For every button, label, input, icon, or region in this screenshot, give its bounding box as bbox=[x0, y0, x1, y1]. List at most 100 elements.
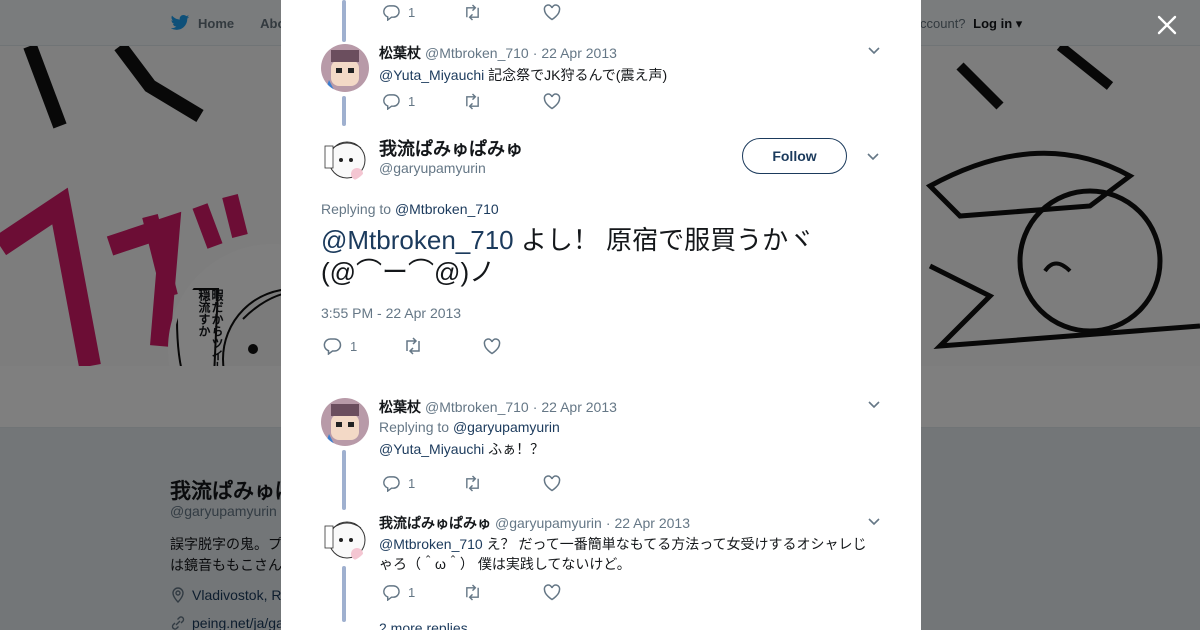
like-action[interactable] bbox=[543, 584, 623, 601]
reply-count: 1 bbox=[350, 338, 358, 354]
thread-connector bbox=[342, 450, 346, 510]
retweet-action[interactable] bbox=[463, 93, 543, 110]
tweet-header: 松葉杖 @Mtbroken_710 · 22 Apr 2013 bbox=[379, 44, 881, 62]
tweet-actions: 1 bbox=[383, 4, 623, 21]
chevron-down-icon[interactable] bbox=[866, 150, 880, 164]
replying-prefix: Replying to bbox=[321, 201, 395, 217]
reply-count: 1 bbox=[408, 585, 416, 600]
tweet-actions: 1 bbox=[383, 475, 623, 492]
heart-icon bbox=[543, 475, 561, 492]
author-name[interactable]: 松葉杖 bbox=[379, 44, 421, 62]
reply-count: 1 bbox=[408, 5, 416, 20]
avatar-image bbox=[321, 398, 369, 446]
separator-dot: · bbox=[532, 399, 538, 415]
author-name[interactable]: 我流ぱみゅぱみゅ bbox=[379, 514, 491, 532]
reply-action[interactable]: 1 bbox=[383, 475, 463, 492]
retweet-icon bbox=[466, 93, 479, 110]
retweet-action[interactable] bbox=[463, 584, 543, 601]
retweet-icon bbox=[466, 475, 479, 492]
tweet-date[interactable]: 22 Apr 2013 bbox=[614, 514, 690, 532]
author-name[interactable]: 松葉杖 bbox=[379, 398, 421, 416]
close-icon bbox=[1157, 15, 1177, 35]
replying-to-link[interactable]: @Mtbroken_710 bbox=[395, 201, 499, 217]
reply-action[interactable]: 1 bbox=[323, 337, 403, 355]
thread-tweet[interactable]: 松葉杖 @Mtbroken_710 · 22 Apr 2013 @Yuta_Mi… bbox=[321, 44, 881, 124]
close-button[interactable] bbox=[1154, 12, 1180, 38]
tweet-timestamp[interactable]: 3:55 PM - 22 Apr 2013 bbox=[321, 305, 461, 321]
reply-icon bbox=[383, 585, 400, 601]
retweet-icon bbox=[406, 337, 420, 355]
author-handle[interactable]: @Mtbroken_710 bbox=[425, 398, 529, 416]
chevron-down-icon[interactable] bbox=[867, 398, 881, 412]
reply-icon bbox=[323, 338, 342, 355]
avatar[interactable] bbox=[321, 134, 369, 182]
thread-connector bbox=[342, 96, 346, 126]
tweet-content: 松葉杖 @Mtbroken_710 · 22 Apr 2013 Replying… bbox=[379, 398, 881, 459]
tweet-modal: 1 松葉杖 @Mtbroken_710 · 22 Apr 2013 @Yuta_… bbox=[281, 0, 921, 630]
reply-count: 1 bbox=[408, 476, 416, 491]
like-action[interactable] bbox=[543, 4, 623, 21]
heart-icon bbox=[483, 337, 501, 354]
tweet-date[interactable]: 22 Apr 2013 bbox=[541, 398, 617, 416]
avatar-image bbox=[321, 134, 369, 182]
reply-tweet[interactable]: 松葉杖 @Mtbroken_710 · 22 Apr 2013 Replying… bbox=[321, 398, 881, 478]
reply-action[interactable]: 1 bbox=[383, 4, 463, 21]
reply-tweet[interactable]: 我流ぱみゅぱみゅ @garyupamyurin · 22 Apr 2013 @M… bbox=[321, 514, 881, 594]
mention-link[interactable]: @Mtbroken_710 bbox=[321, 225, 514, 255]
replying-to: Replying to @Mtbroken_710 bbox=[321, 201, 499, 217]
retweet-action[interactable] bbox=[463, 4, 543, 21]
tweet-header: 松葉杖 @Mtbroken_710 · 22 Apr 2013 bbox=[379, 398, 881, 416]
retweet-action[interactable] bbox=[463, 475, 543, 492]
tweet-text: @Mtbroken_710 え？ だって一番簡単なもてる方法って女受けするオシャ… bbox=[379, 534, 879, 574]
replying-to-link[interactable]: @garyupamyurin bbox=[453, 419, 560, 435]
tweet-content: 松葉杖 @Mtbroken_710 · 22 Apr 2013 @Yuta_Mi… bbox=[379, 44, 881, 85]
chevron-down-icon[interactable] bbox=[867, 515, 881, 529]
replying-to: Replying to @garyupamyurin bbox=[379, 419, 881, 435]
separator-dot: · bbox=[532, 45, 538, 61]
author-handle[interactable]: @garyupamyurin bbox=[495, 514, 602, 532]
retweet-icon bbox=[466, 584, 479, 601]
tweet-actions: 1 bbox=[323, 337, 563, 355]
thread-connector bbox=[342, 0, 346, 42]
tweet-text: @Yuta_Miyauchi 記念祭でJK狩るんで(震え声) bbox=[379, 65, 881, 85]
tweet-actions: 1 bbox=[383, 584, 623, 601]
reply-count: 1 bbox=[408, 94, 416, 109]
tweet-actions: 1 bbox=[383, 93, 623, 110]
follow-button[interactable]: Follow bbox=[742, 138, 847, 174]
more-replies-link[interactable]: 2 more replies bbox=[379, 620, 468, 630]
author-handle[interactable]: @Mtbroken_710 bbox=[425, 44, 529, 62]
reply-action[interactable]: 1 bbox=[383, 93, 463, 110]
tweet-text: @Yuta_Miyauchi ふぁ！？ bbox=[379, 439, 881, 459]
author-handle[interactable]: @garyupamyurin bbox=[379, 160, 486, 176]
avatar-image bbox=[321, 44, 369, 92]
tweet-body: ふぁ！？ bbox=[484, 441, 545, 457]
separator-dot: · bbox=[605, 515, 611, 531]
heart-icon bbox=[543, 584, 561, 601]
like-action[interactable] bbox=[543, 475, 623, 492]
mention-link[interactable]: @Mtbroken_710 bbox=[379, 536, 483, 552]
retweet-action[interactable] bbox=[403, 337, 483, 355]
mention-link[interactable]: @Yuta_Miyauchi bbox=[379, 441, 484, 457]
heart-icon bbox=[543, 93, 561, 110]
thread-connector bbox=[342, 566, 346, 622]
reply-icon bbox=[383, 94, 400, 110]
tweet-body: 記念祭でJK狩るんで(震え声) bbox=[484, 67, 668, 83]
reply-icon bbox=[383, 5, 400, 21]
avatar[interactable] bbox=[321, 514, 369, 562]
replying-prefix: Replying to bbox=[379, 419, 453, 435]
mention-link[interactable]: @Yuta_Miyauchi bbox=[379, 67, 484, 83]
tweet-header: 我流ぱみゅぱみゅ @garyupamyurin · 22 Apr 2013 bbox=[379, 514, 881, 532]
like-action[interactable] bbox=[483, 337, 563, 355]
chevron-down-icon[interactable] bbox=[867, 44, 881, 58]
author-name[interactable]: 我流ぱみゅぱみゅ bbox=[379, 135, 523, 161]
tweet-content: 我流ぱみゅぱみゅ @garyupamyurin · 22 Apr 2013 @M… bbox=[379, 514, 881, 574]
like-action[interactable] bbox=[543, 93, 623, 110]
tweet-date[interactable]: 22 Apr 2013 bbox=[541, 44, 617, 62]
reply-action[interactable]: 1 bbox=[383, 584, 463, 601]
heart-icon bbox=[543, 4, 561, 21]
reply-icon bbox=[383, 476, 400, 492]
avatar[interactable] bbox=[321, 44, 369, 92]
avatar[interactable] bbox=[321, 398, 369, 446]
main-tweet-text: @Mtbroken_710 よし！ 原宿で服買うかヾ(@⌒ー⌒@)ノ bbox=[321, 224, 861, 288]
avatar-image bbox=[321, 514, 369, 562]
